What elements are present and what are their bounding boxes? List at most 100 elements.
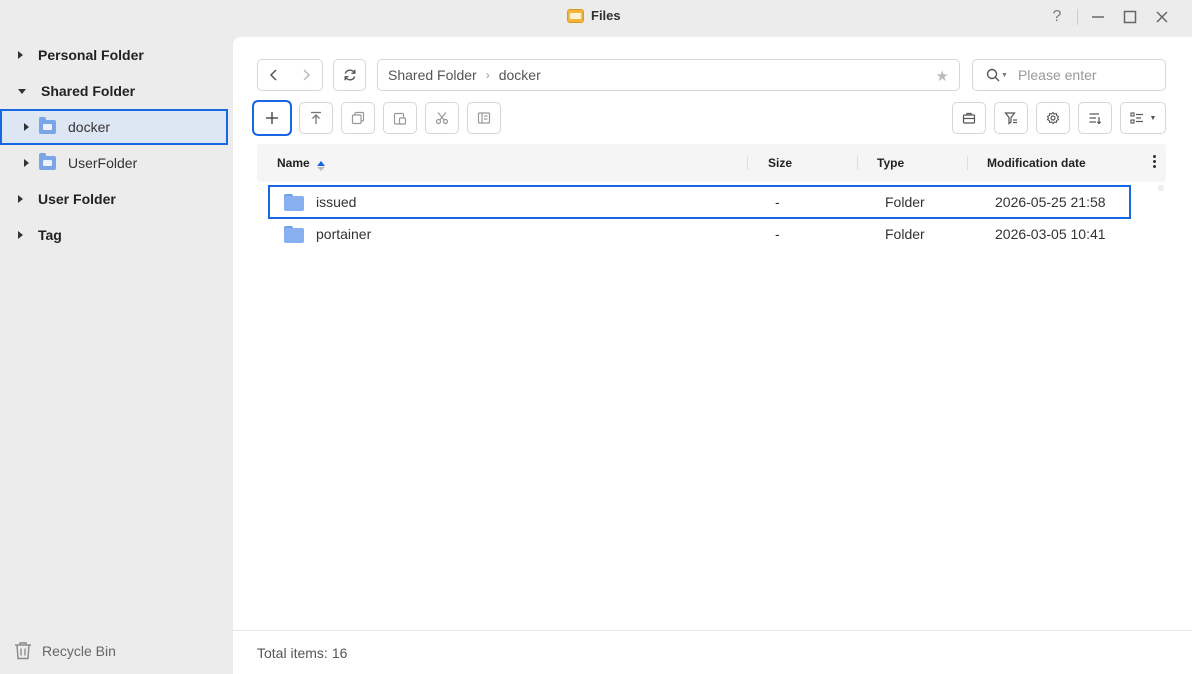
- forward-button[interactable]: [290, 60, 322, 90]
- app-title: Files: [567, 8, 621, 23]
- table-row[interactable]: issued - Folder 2026-05-25 21:58: [268, 185, 1131, 219]
- create-button[interactable]: [252, 100, 292, 136]
- star-icon[interactable]: ★: [936, 67, 949, 85]
- back-button[interactable]: [258, 60, 290, 90]
- sidebar-item-shared-folder[interactable]: Shared Folder: [18, 73, 228, 109]
- main-panel: Shared Folder › docker ★ ▼ ▼: [233, 37, 1192, 674]
- total-items-count: 16: [331, 644, 348, 661]
- more-options-icon[interactable]: [1153, 155, 1156, 168]
- file-name: portainer: [316, 226, 372, 242]
- briefcase-icon: [962, 112, 976, 124]
- filter-icon: [1004, 112, 1017, 125]
- caret-right-icon[interactable]: [18, 51, 23, 59]
- minimize-icon[interactable]: [1082, 7, 1114, 27]
- sidebar: Personal Folder Shared Folder docker Use…: [0, 37, 233, 674]
- file-name-cell: issued: [284, 186, 356, 218]
- maximize-icon[interactable]: [1114, 7, 1146, 27]
- chevron-down-icon: ▼: [1149, 114, 1157, 122]
- view-mode-button[interactable]: ▼: [1120, 102, 1166, 134]
- breadcrumb-shared-folder[interactable]: Shared Folder: [388, 67, 477, 83]
- table-row[interactable]: portainer - Folder 2026-03-05 10:41: [269, 218, 1130, 250]
- copy-icon: [351, 111, 365, 125]
- column-header-label: Type: [877, 156, 905, 170]
- history-navigation: [257, 59, 323, 91]
- title-bar: Files ?: [0, 0, 1192, 34]
- column-header-label: Name: [277, 156, 310, 170]
- folder-icon: [284, 225, 304, 243]
- breadcrumb-docker[interactable]: docker: [499, 67, 541, 83]
- paste-icon: [393, 112, 407, 125]
- column-header-name[interactable]: Name: [277, 144, 325, 182]
- settings-button[interactable]: [1036, 102, 1070, 134]
- scrollbar[interactable]: [1158, 185, 1164, 191]
- paste-button[interactable]: [383, 102, 417, 134]
- trash-icon: [15, 642, 31, 660]
- column-header-label: Modification date: [987, 156, 1086, 170]
- column-header-label: Size: [768, 156, 793, 170]
- sidebar-item-userfolder[interactable]: UserFolder: [0, 145, 228, 181]
- help-icon[interactable]: ?: [1041, 7, 1073, 27]
- caret-right-icon[interactable]: [18, 195, 23, 203]
- app-title-text: Files: [591, 8, 621, 23]
- search-input[interactable]: [1017, 67, 1138, 83]
- chevron-right-icon: ›: [485, 68, 490, 82]
- table-header: Name Size Type Modification date: [257, 144, 1166, 182]
- window-controls: ?: [1041, 7, 1178, 27]
- refresh-button[interactable]: [333, 59, 366, 91]
- tools-button[interactable]: [952, 102, 986, 134]
- search-box: ▼: [972, 59, 1166, 91]
- column-header-modified[interactable]: Modification date: [987, 144, 1086, 182]
- files-app-icon: [567, 8, 584, 23]
- search-icon[interactable]: [986, 68, 1000, 82]
- caret-down-icon[interactable]: [18, 88, 26, 94]
- column-resize-handle[interactable]: [747, 156, 748, 170]
- sidebar-item-label: docker: [68, 119, 111, 135]
- copy-button[interactable]: [341, 102, 375, 134]
- sidebar-item-user-folder[interactable]: User Folder: [18, 181, 228, 217]
- file-name: issued: [316, 194, 357, 210]
- file-size: -: [775, 226, 780, 242]
- properties-button[interactable]: [467, 102, 501, 134]
- sidebar-item-docker[interactable]: docker: [0, 109, 228, 145]
- gear-icon: [1046, 111, 1060, 125]
- plus-icon: [266, 112, 278, 124]
- column-header-size[interactable]: Size: [768, 144, 792, 182]
- sidebar-item-label: UserFolder: [68, 155, 138, 171]
- sidebar-item-label: Personal Folder: [38, 47, 144, 63]
- file-type: Folder: [885, 194, 925, 210]
- file-size: -: [775, 194, 780, 210]
- cut-button[interactable]: [425, 102, 459, 134]
- upload-icon: [311, 111, 321, 124]
- file-name-cell: portainer: [284, 218, 371, 250]
- window-controls-divider: [1077, 9, 1078, 25]
- column-resize-handle[interactable]: [967, 156, 968, 170]
- shared-folder-icon: [39, 117, 56, 134]
- scissors-icon: [435, 112, 449, 125]
- sort-icon: [1089, 113, 1102, 125]
- close-icon[interactable]: [1146, 7, 1178, 27]
- column-resize-handle[interactable]: [857, 156, 858, 170]
- upload-button[interactable]: [299, 102, 333, 134]
- status-bar: Total items: 16: [233, 630, 1192, 674]
- file-modified: 2026-05-25 21:58: [995, 194, 1106, 210]
- folder-icon: [284, 193, 304, 211]
- caret-right-icon[interactable]: [18, 231, 23, 239]
- chevron-left-icon: [269, 69, 277, 81]
- sidebar-item-personal-folder[interactable]: Personal Folder: [18, 37, 228, 73]
- breadcrumb: Shared Folder › docker ★: [377, 59, 960, 91]
- sort-button[interactable]: [1078, 102, 1112, 134]
- file-type: Folder: [885, 226, 925, 242]
- column-header-type[interactable]: Type: [877, 144, 904, 182]
- caret-right-icon[interactable]: [24, 123, 29, 131]
- sidebar-item-label: User Folder: [38, 191, 116, 207]
- search-options-caret-icon[interactable]: ▼: [1001, 72, 1008, 79]
- sidebar-item-label: Tag: [38, 227, 62, 243]
- chevron-right-icon: [303, 69, 311, 81]
- filter-button[interactable]: [994, 102, 1028, 134]
- caret-right-icon[interactable]: [24, 159, 29, 167]
- file-modified: 2026-03-05 10:41: [995, 226, 1106, 242]
- sidebar-item-tag[interactable]: Tag: [18, 217, 228, 253]
- recycle-bin-label: Recycle Bin: [42, 642, 116, 659]
- sort-ascending-icon: [316, 160, 325, 171]
- recycle-bin[interactable]: Recycle Bin: [14, 641, 116, 660]
